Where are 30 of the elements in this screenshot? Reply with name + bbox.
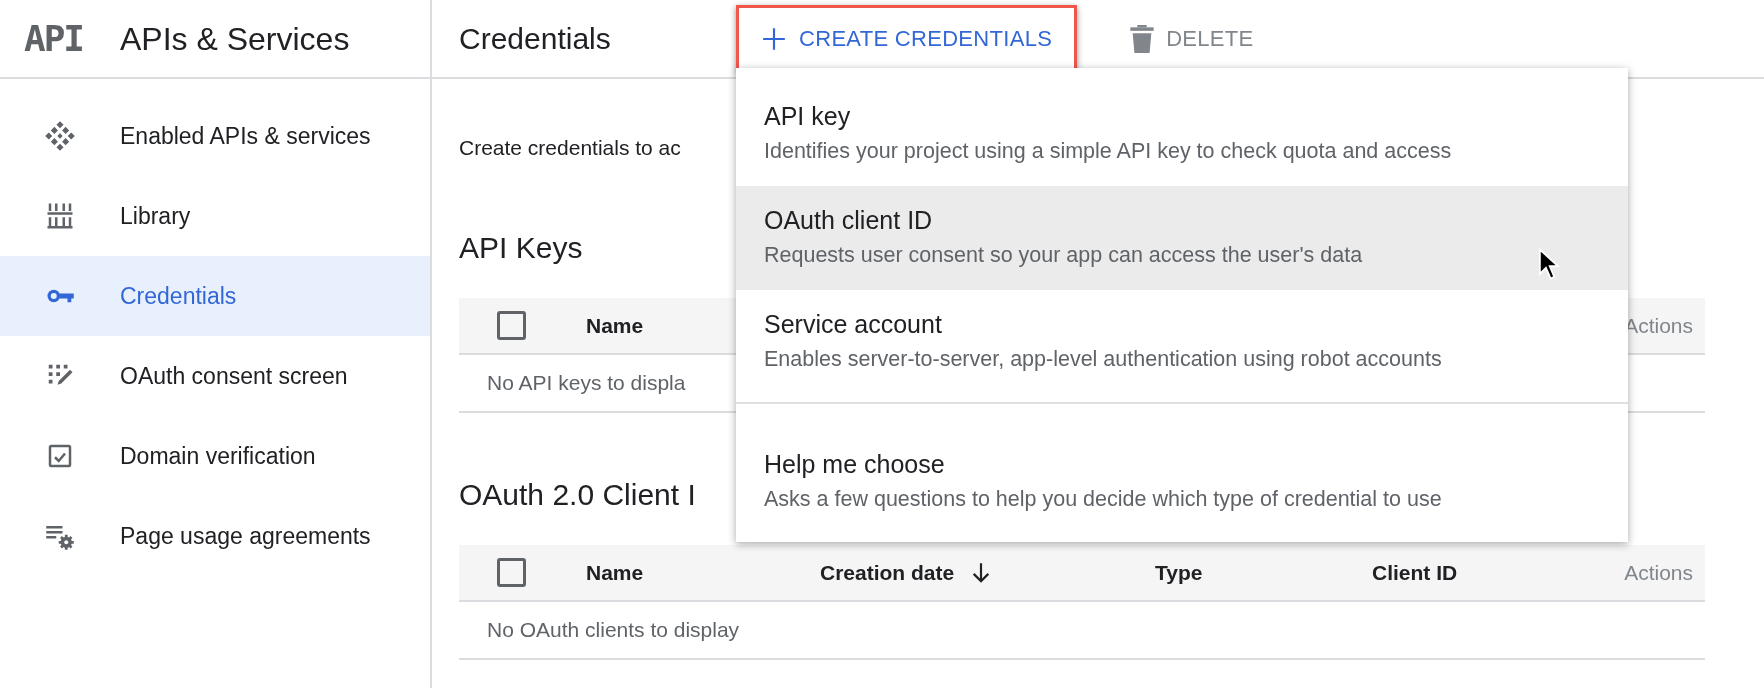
library-icon <box>45 201 75 231</box>
api-logo: API <box>24 16 85 61</box>
sidebar-item[interactable]: Library <box>0 176 430 256</box>
empty-message: No OAuth clients to display <box>487 617 740 644</box>
sidebar-item[interactable]: OAuth consent screen <box>0 336 430 416</box>
plus-icon <box>761 25 787 52</box>
diamond-grid-icon <box>45 121 75 151</box>
column-header: Name <box>586 560 644 584</box>
sidebar-item[interactable]: Credentials <box>0 256 430 336</box>
intro-text: Create credentials to ac <box>459 135 681 161</box>
empty-message: No API keys to displa <box>487 370 686 397</box>
page-title: Credentials <box>459 21 612 57</box>
app-title: APIs & Services <box>120 19 350 59</box>
section-heading: API Keys <box>459 230 583 266</box>
column-header: Client ID <box>1372 560 1458 584</box>
sidebar-item[interactable]: Enabled APIs & services <box>0 96 430 176</box>
column-header: Name <box>586 313 644 337</box>
section-heading: OAuth 2.0 Client I <box>459 477 696 513</box>
menu-item[interactable]: API key Identifies your project using a simple API key to check quota and access <box>736 82 1628 186</box>
menu-item[interactable]: Help me choose Asks a few questions to help you decide which type of credential to use <box>736 430 1628 534</box>
column-header: Actions <box>1624 559 1693 586</box>
sidebar-item[interactable]: Domain verification <box>0 416 430 496</box>
trash-icon <box>1130 24 1155 53</box>
column-header: Type <box>1155 560 1203 584</box>
column-header[interactable]: Creation date <box>820 556 955 589</box>
menu-item[interactable]: OAuth client ID Requests user consent so your app can access the user's data <box>736 186 1628 290</box>
select-all-checkbox[interactable] <box>497 558 526 587</box>
sidebar-item[interactable]: Page usage agreements <box>0 496 430 576</box>
select-all-checkbox[interactable] <box>497 311 526 340</box>
cursor-icon <box>1538 248 1560 280</box>
